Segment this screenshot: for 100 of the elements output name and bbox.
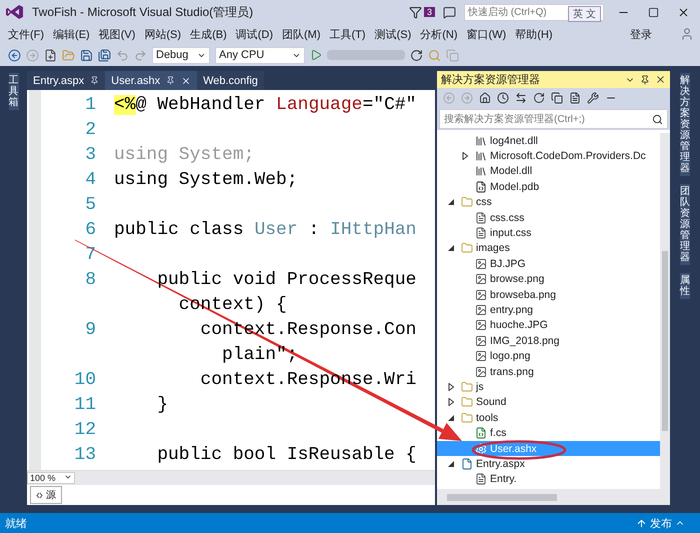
scrollbar[interactable] (660, 133, 670, 489)
tree-item[interactable]: log4net.dll (437, 133, 660, 148)
line-number: 12 (73, 420, 96, 440)
close-icon[interactable] (181, 76, 192, 86)
collapsed-arrow-icon[interactable] (447, 398, 455, 406)
publish-button[interactable]: 发布 (636, 516, 685, 530)
document-tab[interactable]: User.ashx (105, 71, 198, 90)
tree-item[interactable]: IMG_2018.png (437, 333, 660, 348)
code-line: plain"; (221, 344, 298, 364)
close-icon[interactable] (676, 6, 690, 18)
pin-icon[interactable] (90, 76, 100, 85)
tree-item[interactable]: entry.png (437, 302, 660, 318)
side-panel-tab[interactable]: 属性 (680, 273, 690, 299)
image-icon (475, 334, 487, 347)
avatar-icon[interactable] (680, 27, 694, 41)
home-icon[interactable] (479, 92, 491, 104)
tree-item[interactable]: Entry.aspx (437, 456, 660, 472)
tree-item[interactable]: logo.png (437, 348, 660, 364)
search-field[interactable]: 搜索解决方案资源管理器(Ctrl+;) (439, 109, 668, 129)
expanded-arrow-icon[interactable] (447, 460, 455, 468)
code-line: public class User : IHttpHan (114, 220, 416, 240)
document-tab[interactable]: Entry.aspx (27, 71, 106, 90)
tree-item[interactable]: Entry. (437, 472, 660, 487)
menu-item[interactable]: 团队(M) (280, 26, 328, 42)
side-panel-tab[interactable]: 团队资源管理器 (680, 184, 690, 265)
image-icon (475, 366, 487, 378)
collapsed-arrow-icon[interactable] (447, 382, 455, 391)
clock-icon[interactable] (497, 92, 509, 104)
gear-icon (475, 442, 487, 454)
tree-item[interactable]: f.cs (437, 425, 660, 441)
menu-item[interactable]: 分析(N) (418, 26, 465, 42)
tree-item[interactable]: browse.png (437, 272, 660, 287)
file-icon (475, 180, 487, 193)
menu-item[interactable]: 文件(F) (6, 26, 52, 42)
feedback-icon[interactable] (443, 6, 456, 18)
tree-item[interactable]: BJ.JPG (437, 256, 660, 272)
show-files-icon[interactable] (569, 92, 581, 104)
configuration-dropdown[interactable]: Debug (152, 46, 210, 64)
document-tab[interactable]: Web.config (197, 71, 264, 90)
panel-header: 解决方案资源管理器 (437, 71, 670, 88)
tree-item[interactable]: Model.dll (437, 164, 660, 180)
properties-icon[interactable] (587, 92, 599, 104)
menu-item[interactable]: 调试(D) (234, 26, 280, 42)
sync-icon[interactable] (515, 92, 527, 104)
new-file-icon[interactable] (44, 48, 57, 62)
folder-icon (461, 396, 473, 408)
refresh-icon[interactable] (533, 92, 545, 104)
menu-item[interactable]: 帮助(H) (513, 26, 560, 42)
tree-item[interactable]: images (437, 240, 660, 256)
tree-item[interactable]: browseba.png (437, 286, 660, 302)
file-icon (475, 212, 487, 224)
refresh-icon[interactable] (410, 48, 423, 62)
tree-item[interactable]: input.css (437, 225, 660, 241)
tree-item[interactable]: css.css (437, 210, 660, 226)
tree-item[interactable]: huoche.JPG (437, 318, 660, 334)
menu-item[interactable]: 工具(T) (328, 26, 373, 42)
tree-item[interactable]: trans.png (437, 364, 660, 380)
horizontal-scrollbar[interactable] (437, 489, 670, 505)
toolbox-tab[interactable]: 工具箱 (8, 73, 18, 110)
window-title: TwoFish - Microsoft Visual Studio(管理员) (32, 4, 254, 20)
menu-item[interactable]: 网站(S) (142, 26, 188, 42)
code-line: using System.Web; (114, 170, 298, 190)
image-icon (475, 350, 487, 362)
side-panel-tab[interactable]: 解决方案资源管理器 (680, 73, 690, 176)
close-icon[interactable] (655, 74, 666, 85)
image-icon (475, 273, 487, 286)
collapse-icon[interactable] (551, 92, 563, 104)
save-all-icon[interactable] (98, 48, 111, 62)
tree-item[interactable]: Sound (437, 394, 660, 410)
tree-item[interactable]: js (437, 379, 660, 395)
zoom-dropdown[interactable]: 100 % (27, 472, 75, 484)
platform-dropdown[interactable]: Any CPU (215, 46, 305, 64)
menu-item[interactable]: 编辑(E) (51, 26, 97, 42)
tree-item[interactable]: css (437, 194, 660, 210)
menu-item[interactable]: 视图(V) (96, 26, 142, 42)
save-icon[interactable] (80, 48, 93, 62)
back-icon[interactable] (8, 48, 21, 62)
line-number: 8 (84, 270, 96, 290)
expanded-arrow-icon[interactable] (447, 244, 455, 252)
filter-icon[interactable] (408, 6, 422, 18)
quick-launch-field[interactable]: 快速启动 (Ctrl+Q) 英 文 (464, 4, 604, 20)
pin-icon[interactable] (640, 74, 650, 84)
source-view-tab[interactable]: 源 (30, 486, 62, 504)
search-icon[interactable] (652, 114, 663, 124)
tree-item[interactable]: tools (437, 410, 660, 426)
maximize-icon[interactable] (648, 6, 658, 18)
run-icon[interactable] (310, 49, 322, 61)
pin-icon[interactable] (166, 76, 176, 85)
collapsed-arrow-icon[interactable] (461, 152, 469, 160)
tree-item[interactable]: Microsoft.CodeDom.Providers.Dc (437, 148, 660, 164)
library-icon (475, 165, 487, 178)
line-number: 4 (84, 170, 96, 190)
menu-item[interactable]: 窗口(W) (464, 26, 514, 42)
sign-in-link[interactable]: 登录 (630, 26, 652, 42)
expanded-arrow-icon[interactable] (447, 414, 455, 422)
expanded-arrow-icon[interactable] (447, 198, 455, 206)
tree-item[interactable]: Model.pdb (437, 179, 660, 195)
menu-item[interactable]: 测试(S) (372, 26, 418, 42)
notification-count: 3 (424, 7, 435, 17)
menu-item[interactable]: 生成(B) (188, 26, 234, 42)
